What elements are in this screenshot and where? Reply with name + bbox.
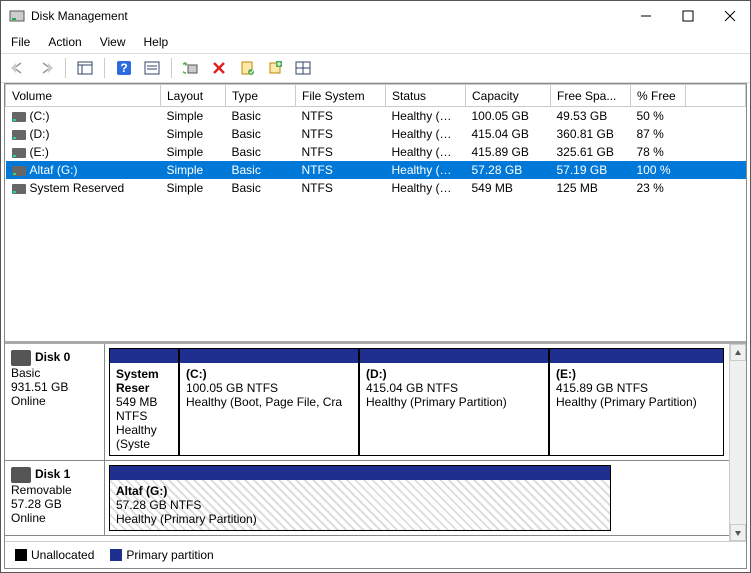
menu-bar: File Action View Help bbox=[1, 31, 750, 53]
scroll-down-icon[interactable] bbox=[730, 524, 746, 541]
close-button[interactable] bbox=[718, 4, 742, 28]
minimize-button[interactable] bbox=[634, 4, 658, 28]
show-hide-button[interactable] bbox=[74, 57, 96, 79]
disk-row: Disk 0Basic931.51 GBOnlineSystem Reser54… bbox=[5, 344, 729, 461]
volume-table[interactable]: Volume Layout Type File System Status Ca… bbox=[5, 84, 746, 197]
partition-header bbox=[180, 349, 358, 363]
drive-icon bbox=[12, 112, 26, 122]
help-button[interactable]: ? bbox=[113, 57, 135, 79]
delete-button[interactable] bbox=[208, 57, 230, 79]
content-area: Volume Layout Type File System Status Ca… bbox=[4, 83, 747, 569]
disk-icon bbox=[11, 350, 31, 366]
title-bar: Disk Management bbox=[1, 1, 750, 31]
new-button[interactable] bbox=[264, 57, 286, 79]
col-status[interactable]: Status bbox=[386, 85, 466, 107]
table-row[interactable]: (E:)SimpleBasicNTFSHealthy (P…415.89 GB3… bbox=[6, 143, 746, 161]
tool-bar: ? bbox=[1, 53, 750, 83]
col-fs[interactable]: File System bbox=[296, 85, 386, 107]
col-volume[interactable]: Volume bbox=[6, 85, 161, 107]
legend-unallocated: Unallocated bbox=[15, 548, 94, 562]
partition-header bbox=[110, 349, 178, 363]
partition-block[interactable]: (D:)415.04 GB NTFSHealthy (Primary Parti… bbox=[359, 348, 549, 456]
legend-bar: Unallocated Primary partition bbox=[5, 541, 746, 568]
disk-partitions: Altaf (G:)57.28 GB NTFSHealthy (Primary … bbox=[105, 461, 729, 535]
disk-row: Disk 1Removable57.28 GBOnlineAltaf (G:)5… bbox=[5, 461, 729, 536]
menu-action[interactable]: Action bbox=[48, 35, 81, 49]
table-row[interactable]: (D:)SimpleBasicNTFSHealthy (P…415.04 GB3… bbox=[6, 125, 746, 143]
properties-button[interactable] bbox=[236, 57, 258, 79]
menu-help[interactable]: Help bbox=[144, 35, 169, 49]
swatch-blue-icon bbox=[110, 549, 122, 561]
scroll-up-icon[interactable] bbox=[730, 344, 746, 361]
partition-header bbox=[360, 349, 548, 363]
back-button[interactable] bbox=[7, 57, 29, 79]
swatch-black-icon bbox=[15, 549, 27, 561]
maximize-button[interactable] bbox=[676, 4, 700, 28]
forward-button[interactable] bbox=[35, 57, 57, 79]
partition-header bbox=[550, 349, 723, 363]
col-empty[interactable] bbox=[686, 85, 746, 107]
table-row[interactable]: (C:)SimpleBasicNTFSHealthy (B…100.05 GB4… bbox=[6, 107, 746, 126]
menu-view[interactable]: View bbox=[100, 35, 126, 49]
col-type[interactable]: Type bbox=[226, 85, 296, 107]
disk-icon bbox=[11, 467, 31, 483]
disk-info[interactable]: Disk 0Basic931.51 GBOnline bbox=[5, 344, 105, 460]
menu-file[interactable]: File bbox=[11, 35, 30, 49]
window-title: Disk Management bbox=[31, 9, 634, 23]
disk-partitions: System Reser549 MB NTFSHealthy (Syste(C:… bbox=[105, 344, 729, 460]
partition-header bbox=[110, 466, 610, 480]
drive-icon bbox=[12, 130, 26, 140]
drive-icon bbox=[12, 166, 26, 176]
col-pct[interactable]: % Free bbox=[631, 85, 686, 107]
vertical-scrollbar[interactable] bbox=[729, 344, 746, 541]
partition-block[interactable]: Altaf (G:)57.28 GB NTFSHealthy (Primary … bbox=[109, 465, 611, 531]
disk-info[interactable]: Disk 1Removable57.28 GBOnline bbox=[5, 461, 105, 535]
table-row[interactable]: Altaf (G:)SimpleBasicNTFSHealthy (P…57.2… bbox=[6, 161, 746, 179]
refresh-button[interactable] bbox=[180, 57, 202, 79]
col-capacity[interactable]: Capacity bbox=[466, 85, 551, 107]
partition-block[interactable]: (C:)100.05 GB NTFSHealthy (Boot, Page Fi… bbox=[179, 348, 359, 456]
table-row[interactable]: System ReservedSimpleBasicNTFSHealthy (S… bbox=[6, 179, 746, 197]
drive-icon bbox=[12, 148, 26, 158]
app-icon bbox=[9, 8, 25, 24]
drive-icon bbox=[12, 184, 26, 194]
settings-list-button[interactable] bbox=[141, 57, 163, 79]
legend-primary: Primary partition bbox=[110, 548, 213, 562]
volume-list-pane: Volume Layout Type File System Status Ca… bbox=[5, 84, 746, 341]
disk-graphical-pane: Disk 0Basic931.51 GBOnlineSystem Reser54… bbox=[5, 341, 746, 541]
partition-block[interactable]: (E:)415.89 GB NTFSHealthy (Primary Parti… bbox=[549, 348, 724, 456]
grid-button[interactable] bbox=[292, 57, 314, 79]
partition-block[interactable]: System Reser549 MB NTFSHealthy (Syste bbox=[109, 348, 179, 456]
col-layout[interactable]: Layout bbox=[161, 85, 226, 107]
col-free[interactable]: Free Spa... bbox=[551, 85, 631, 107]
svg-text:?: ? bbox=[120, 61, 127, 75]
